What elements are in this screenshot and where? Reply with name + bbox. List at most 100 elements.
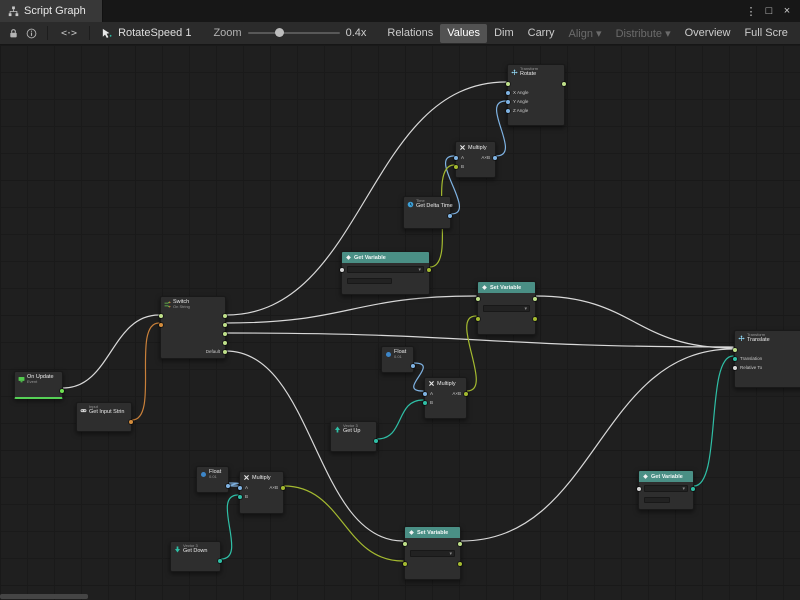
variable-name-dropdown[interactable]: ▾ [483, 305, 530, 312]
node-translate[interactable]: TransformTranslateTranslationRelative To [734, 330, 800, 388]
gamepad-icon [80, 407, 87, 414]
variable-name-dropdown[interactable]: ▾ [347, 266, 424, 273]
port-control[interactable] [223, 350, 227, 354]
port-plain[interactable] [340, 268, 344, 272]
port-vector3[interactable] [423, 401, 427, 405]
port-control[interactable] [403, 542, 407, 546]
node-port-row: Default [161, 347, 225, 356]
node-rotate[interactable]: TransformRotateX AngleY AngleZ Angle [507, 64, 565, 126]
port-float[interactable] [238, 486, 242, 490]
node-get-input-string[interactable]: InputGet Input Strin [76, 402, 132, 432]
toolbar-button-overview[interactable]: Overview [678, 24, 738, 43]
info-icon[interactable] [22, 28, 40, 39]
code-view-icon[interactable]: <·> [55, 28, 82, 39]
toolbar-button-dim[interactable]: Dim [487, 24, 521, 43]
node-get-variable-top[interactable]: Get Variable▾ [341, 251, 430, 295]
port-lime[interactable] [281, 486, 285, 490]
tab-label: Script Graph [24, 5, 86, 17]
port-plain[interactable] [637, 487, 641, 491]
maximize-icon[interactable]: □ [760, 5, 778, 17]
port-control[interactable] [159, 314, 163, 318]
node-float-lower[interactable]: Float0.01 [196, 466, 229, 493]
port-control[interactable] [533, 297, 537, 301]
port-label: Default [206, 349, 220, 354]
port-control[interactable] [458, 542, 462, 546]
toolbar-button-carry[interactable]: Carry [521, 24, 562, 43]
toolbar-button-full-scre[interactable]: Full Scre [737, 24, 794, 43]
port-float[interactable] [506, 109, 510, 113]
port-lime[interactable] [464, 392, 468, 396]
port-lime[interactable] [454, 165, 458, 169]
port-control[interactable] [476, 297, 480, 301]
close-icon[interactable]: × [778, 5, 796, 17]
port-control[interactable] [223, 314, 227, 318]
port-plain[interactable] [733, 366, 737, 370]
port-control[interactable] [223, 323, 227, 327]
node-get-delta-time[interactable]: TimeGet Delta Time [403, 196, 451, 229]
port-vector3[interactable] [218, 559, 222, 563]
port-float[interactable] [411, 364, 415, 368]
menu-icon[interactable]: ⋮ [742, 5, 760, 18]
toolbar-button-align: Align ▾ [562, 24, 609, 43]
graph-name[interactable]: RotateSpeed 1 [118, 27, 191, 39]
tab-script-graph[interactable]: Script Graph [0, 0, 103, 22]
port-control[interactable] [223, 341, 227, 345]
zoom-slider-track[interactable] [248, 32, 340, 34]
node-vector3-get-down[interactable]: Vector 3Get Down [170, 541, 221, 572]
variable-kind-dropdown[interactable] [347, 278, 392, 284]
node-port-row [405, 559, 460, 568]
port-label: B [245, 494, 248, 499]
lock-icon[interactable] [4, 28, 22, 39]
port-lime[interactable] [403, 562, 407, 566]
variable-name-dropdown[interactable]: ▾ [644, 485, 688, 492]
port-lime[interactable] [476, 317, 480, 321]
port-float[interactable] [448, 214, 452, 218]
port-control[interactable] [506, 82, 510, 86]
toolbar-divider [89, 26, 90, 40]
port-control[interactable] [223, 332, 227, 336]
toolbar-button-relations[interactable]: Relations [380, 24, 440, 43]
clock-icon [407, 201, 414, 208]
node-vector3-get-up[interactable]: Vector 3Get Up [330, 421, 377, 452]
port-float[interactable] [226, 484, 230, 488]
node-multiply-lower[interactable]: MultiplyAA×BB [239, 471, 284, 514]
node-switch-on-string[interactable]: SwitchOn StringDefault [160, 296, 226, 359]
node-multiply-top[interactable]: MultiplyAA×BB [455, 141, 496, 178]
port-control[interactable] [733, 348, 737, 352]
toolbar-button-values[interactable]: Values [440, 24, 487, 43]
node-title: Get Up [343, 428, 360, 434]
node-port-row [478, 294, 535, 303]
node-multiply-middle[interactable]: MultiplyAA×BB [424, 377, 467, 419]
port-vector3[interactable] [691, 487, 695, 491]
port-vector3[interactable] [733, 357, 737, 361]
node-on-update[interactable]: On UpdateEvent [14, 371, 63, 399]
port-string[interactable] [159, 323, 163, 327]
port-string[interactable] [129, 420, 133, 424]
port-control[interactable] [562, 82, 566, 86]
port-float[interactable] [506, 91, 510, 95]
port-lime[interactable] [427, 268, 431, 272]
variable-kind-dropdown[interactable] [644, 497, 670, 503]
multiply-icon [428, 380, 435, 387]
variable-name-dropdown[interactable]: ▾ [410, 550, 455, 557]
node-set-variable-top[interactable]: Set Variable▾ [477, 281, 536, 335]
node-title: Rotate [520, 71, 538, 77]
port-vector3[interactable] [374, 439, 378, 443]
node-port-row: X Angle [508, 88, 564, 97]
node-get-variable-right[interactable]: Get Variable▾ [638, 470, 694, 510]
node-float-middle[interactable]: Float0.01 [381, 346, 414, 373]
horizontal-scrollbar[interactable] [0, 594, 88, 599]
port-float[interactable] [493, 156, 497, 160]
port-event[interactable] [60, 389, 64, 393]
node-title: Set Variable [417, 530, 448, 536]
port-vector3[interactable] [238, 495, 242, 499]
port-lime[interactable] [458, 562, 462, 566]
port-float[interactable] [454, 156, 458, 160]
zoom-slider-handle[interactable] [275, 28, 284, 37]
port-float[interactable] [423, 392, 427, 396]
graph-canvas[interactable]: TransformRotateX AngleY AngleZ AngleMult… [0, 45, 800, 600]
port-float[interactable] [506, 100, 510, 104]
node-set-variable-bottom[interactable]: Set Variable ▾ [404, 526, 461, 580]
zoom-slider[interactable] [248, 26, 340, 40]
port-lime[interactable] [533, 317, 537, 321]
